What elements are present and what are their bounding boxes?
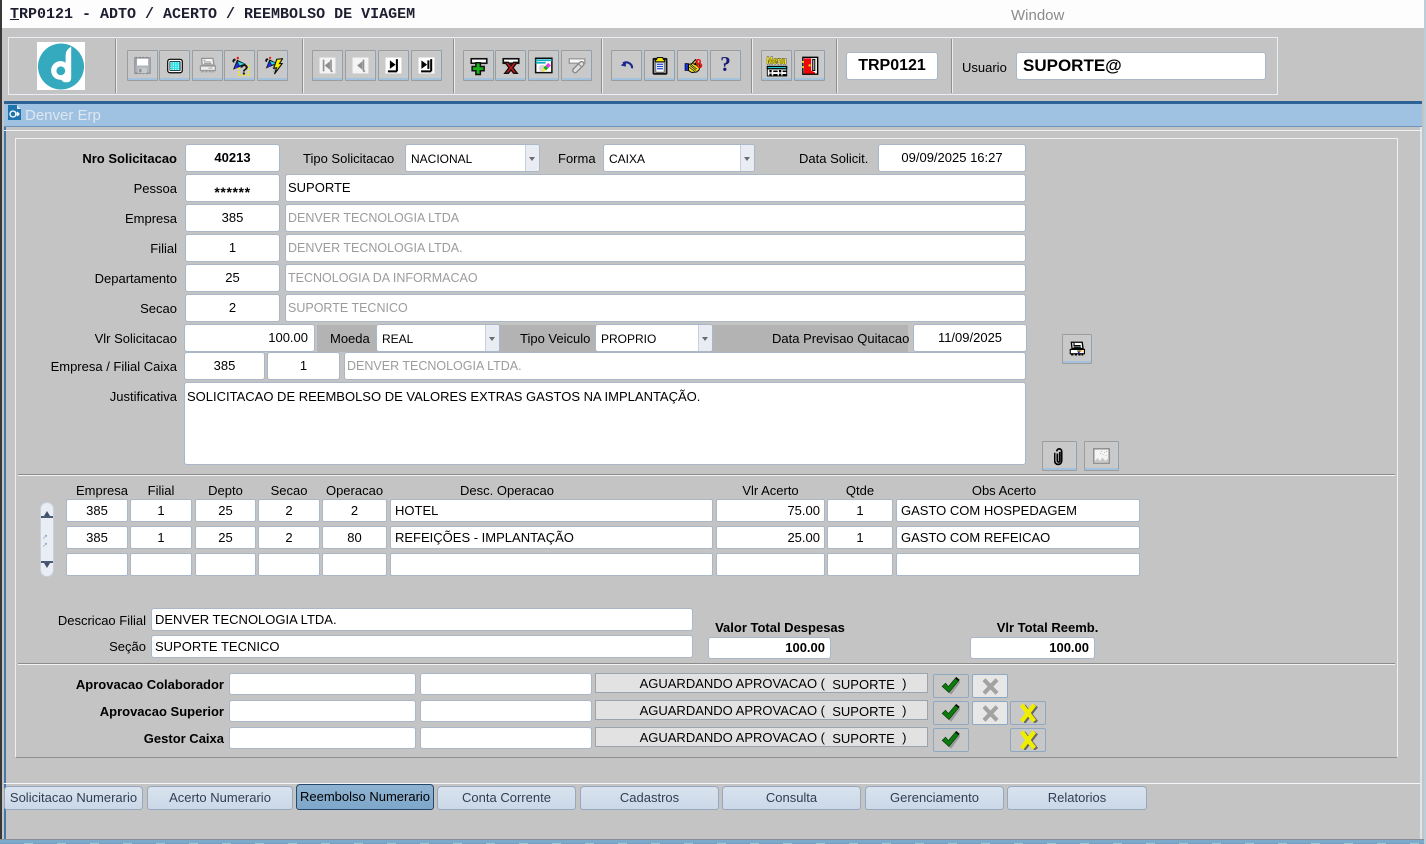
svg-text:Menu: Menu <box>766 55 786 66</box>
